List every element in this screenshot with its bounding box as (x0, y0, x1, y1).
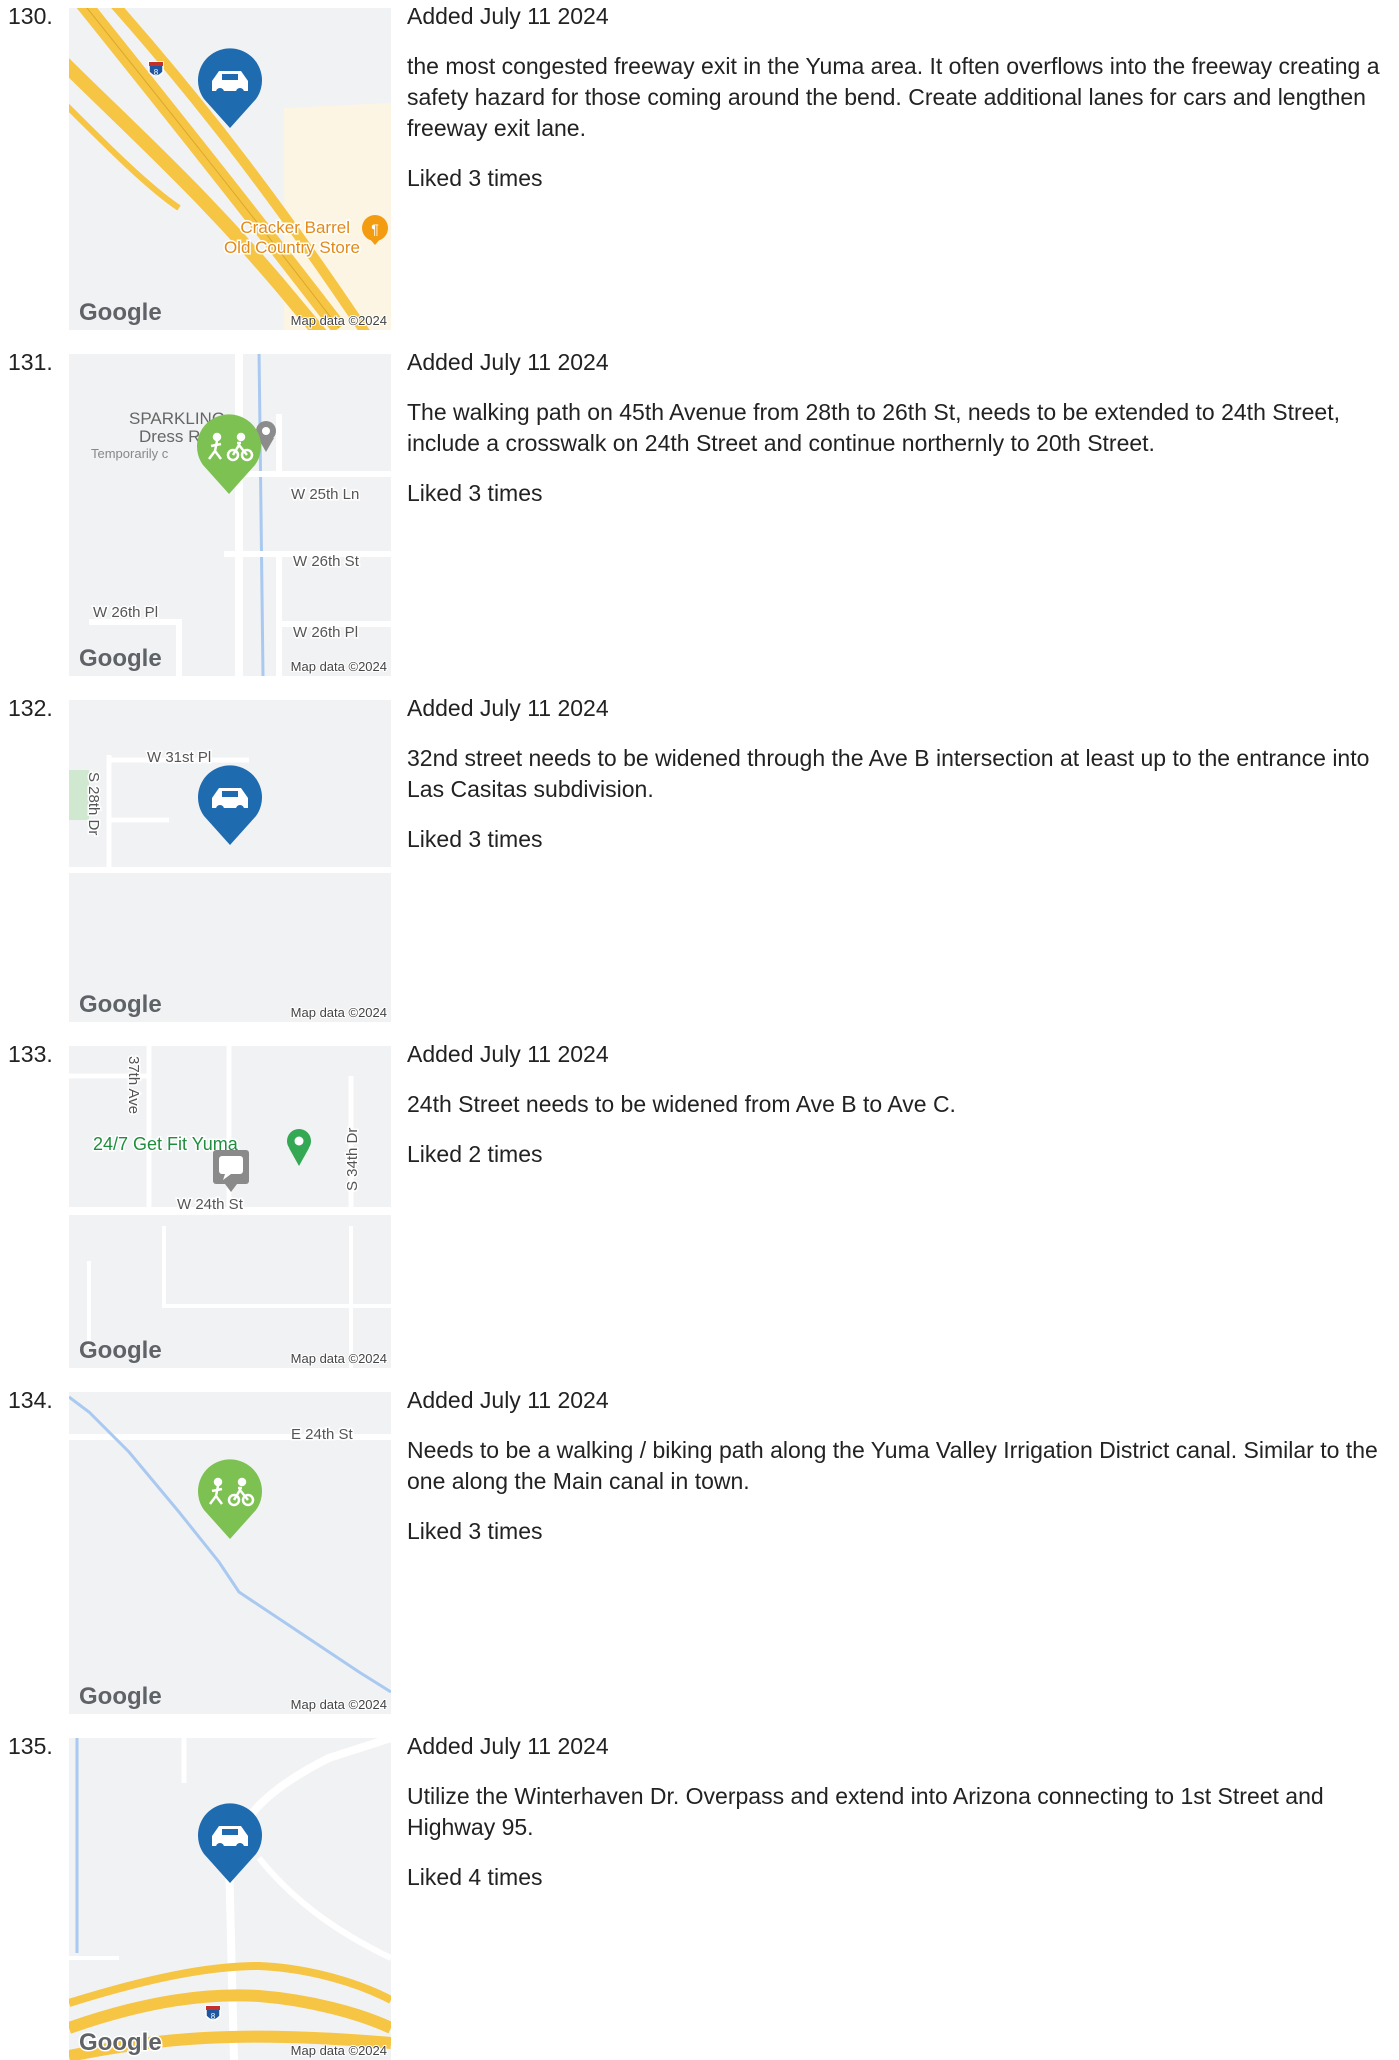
interstate-shield-icon: 8 (148, 61, 164, 77)
added-date: Added July 11 2024 (407, 1387, 609, 1413)
added-date: Added July 11 2024 (407, 695, 609, 721)
suggestion-entry-130: 130. 8 ¶ Cracker Barrel Old Country Stor… (0, 0, 1399, 330)
entry-number: 130. (8, 3, 53, 29)
map-attribution: Map data ©2024 (291, 1697, 387, 1712)
street-label: S 28th Dr (85, 772, 102, 835)
suggestion-entry-132: 132. W 31st Pl S 28th Dr Google Map data (0, 692, 1399, 1022)
street-label: W 25th Ln (291, 486, 359, 503)
place-label: Cracker Barrel (240, 218, 350, 237)
like-count: Liked 2 times (407, 1141, 543, 1167)
suggestion-entry-131: 131. SPARKLING Dress Re Temporarily c W … (0, 346, 1399, 676)
location-map[interactable]: 37th Ave 24/7 Get Fit Yuma S 34th Dr W 2… (69, 1046, 391, 1368)
street-label: W 26th Pl (293, 624, 358, 641)
like-count: Liked 3 times (407, 165, 543, 191)
place-label: Old Country Store (224, 238, 360, 257)
street-label: W 24th St (177, 1196, 244, 1213)
street-label: W 26th Pl (93, 604, 158, 621)
location-map[interactable]: 8 ¶ Cracker Barrel Old Country Store Goo… (69, 8, 391, 330)
street-label: 37th Ave (125, 1056, 142, 1114)
map-attribution: Map data ©2024 (291, 2043, 387, 2058)
google-logo: Google (79, 1683, 162, 1710)
entry-number: 131. (8, 349, 53, 375)
google-logo: Google (79, 2029, 162, 2056)
suggestion-entry-133: 133. 37th Ave 24/7 Get Fit Yuma S 34th D… (0, 1038, 1399, 1368)
entry-number: 134. (8, 1387, 53, 1413)
added-date: Added July 11 2024 (407, 3, 609, 29)
suggestion-description: Needs to be a walking / biking path alon… (407, 1437, 1378, 1494)
location-map[interactable]: 8 Google Map data ©2024 (69, 1738, 391, 2060)
suggestion-entry-134: 134. E 24th St Google Map data ©2024 Add… (0, 1384, 1399, 1714)
suggestion-description: The walking path on 45th Avenue from 28t… (407, 399, 1341, 456)
location-map[interactable]: W 31st Pl S 28th Dr Google Map data ©202… (69, 700, 391, 1022)
google-logo: Google (79, 645, 162, 672)
street-label: E 24th St (291, 1426, 354, 1443)
entry-number: 133. (8, 1041, 53, 1067)
like-count: Liked 4 times (407, 1864, 543, 1890)
google-logo: Google (79, 991, 162, 1018)
svg-text:8: 8 (154, 68, 159, 77)
location-map[interactable]: SPARKLING Dress Re Temporarily c W 25th … (69, 354, 391, 676)
location-map[interactable]: E 24th St Google Map data ©2024 (69, 1392, 391, 1714)
svg-text:8: 8 (211, 2012, 216, 2021)
map-attribution: Map data ©2024 (291, 1005, 387, 1020)
google-logo: Google (79, 1337, 162, 1364)
like-count: Liked 3 times (407, 1518, 543, 1544)
map-attribution: Map data ©2024 (291, 659, 387, 674)
interstate-shield-icon: 8 (205, 2005, 221, 2021)
added-date: Added July 11 2024 (407, 1733, 609, 1759)
place-label: Temporarily c (91, 446, 169, 461)
suggestion-description: 32nd street needs to be widened through … (407, 745, 1370, 802)
map-attribution: Map data ©2024 (291, 1351, 387, 1366)
svg-text:¶: ¶ (371, 221, 379, 237)
map-attribution: Map data ©2024 (291, 313, 387, 328)
like-count: Liked 3 times (407, 826, 543, 852)
added-date: Added July 11 2024 (407, 349, 609, 375)
street-label: W 31st Pl (147, 749, 211, 766)
suggestion-entry-135: 135. 8 Google Map data ©2024 Added July … (0, 1730, 1399, 2060)
suggestion-description: 24th Street needs to be widened from Ave… (407, 1091, 956, 1117)
google-logo: Google (79, 299, 162, 326)
added-date: Added July 11 2024 (407, 1041, 609, 1067)
entry-number: 132. (8, 695, 53, 721)
suggestion-description: Utilize the Winterhaven Dr. Overpass and… (407, 1783, 1324, 1840)
map-background (69, 700, 391, 1022)
suggestion-description: the most congested freeway exit in the Y… (407, 53, 1380, 141)
entry-number: 135. (8, 1733, 53, 1759)
like-count: Liked 3 times (407, 480, 543, 506)
street-label: W 26th St (293, 553, 360, 570)
street-label: S 34th Dr (344, 1128, 361, 1191)
